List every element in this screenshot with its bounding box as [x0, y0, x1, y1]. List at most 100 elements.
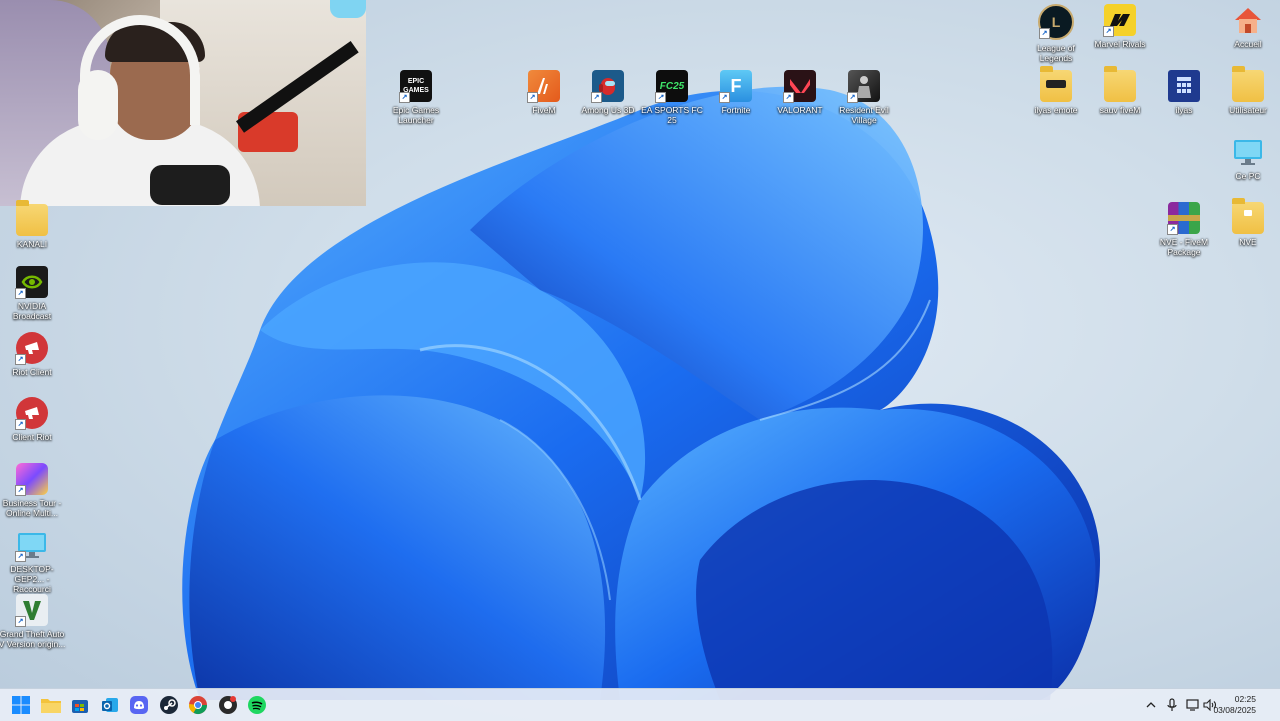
desktop-icon-label: Client Riot	[12, 432, 52, 442]
desktop-icon-ilyas[interactable]: ilyas	[1150, 70, 1218, 115]
pc-monitor-icon	[1234, 140, 1262, 165]
taskbar-clock[interactable]: 02:25 03/08/2025	[1213, 694, 1256, 716]
tray-microphone[interactable]	[1164, 697, 1180, 713]
shortcut-arrow-icon: ↗	[15, 551, 26, 562]
desktop-icon-gta-v[interactable]: ↗ Grand Theft Auto V Version origin...	[0, 594, 66, 649]
desktop-icon-utilisateur[interactable]: Utilisateur	[1214, 66, 1280, 115]
desktop-icon-label: Fortnite	[721, 105, 751, 115]
webcam-overlay	[0, 0, 366, 206]
desktop-icon-riot-client[interactable]: ↗ Riot Client	[0, 332, 66, 377]
shortcut-arrow-icon: ↗	[15, 485, 26, 496]
desktop-icon-desktop-shortcut[interactable]: ↗ DESKTOP-GEP2... - Raccourci	[0, 529, 66, 594]
desktop-icon-epic-games[interactable]: EPIC GAMES ↗ Epic Games Launcher	[382, 70, 450, 125]
microphone-icon	[1167, 698, 1177, 711]
desktop-icon-label: Utilisateur	[1229, 105, 1267, 115]
desktop-icon-label: Among Us 3D	[581, 105, 635, 115]
desktop-icon-ea-fc25[interactable]: FC25 ↗ EA SPORTS FC 25	[638, 70, 706, 125]
taskbar-file-explorer[interactable]	[40, 694, 62, 716]
taskbar-steam[interactable]	[158, 694, 180, 716]
monitor-icon	[1232, 136, 1264, 168]
desktop-icon-label: ilyas emote	[1034, 105, 1078, 115]
fortnite-logo-text: F	[730, 75, 742, 96]
valorant-icon: ↗	[783, 70, 816, 103]
marvel-rivals-icon: ↗	[1103, 4, 1136, 37]
archive-strap	[1168, 215, 1200, 221]
shortcut-arrow-icon: ↗	[719, 92, 730, 103]
document-icon	[1168, 70, 1200, 102]
desktop-icon-label: FiveM	[532, 105, 556, 115]
windows-logo-icon	[12, 696, 30, 714]
folder-icon	[1232, 198, 1264, 234]
shortcut-arrow-icon: ↗	[655, 92, 666, 103]
desktop-icon-client-riot[interactable]: ↗ Client Riot	[0, 397, 66, 442]
desktop-icon-business-tour[interactable]: ↗ Business Tour - Online Multi...	[0, 463, 66, 518]
desktop-icon-fortnite[interactable]: F ↗ Fortnite	[702, 70, 770, 115]
clock-time: 02:25	[1234, 694, 1256, 704]
epic-games-icon: EPIC GAMES ↗	[399, 70, 432, 103]
gta-icon: ↗	[15, 594, 48, 627]
desktop-icon-among-us[interactable]: ↗ Among Us 3D	[574, 70, 642, 115]
desktop-icon-nve[interactable]: NVE	[1214, 198, 1280, 247]
taskbar: 02:25 03/08/2025	[0, 688, 1280, 721]
monitor-network-icon	[1186, 699, 1199, 711]
taskbar-outlook[interactable]	[99, 694, 121, 716]
tray-display[interactable]	[1185, 697, 1201, 713]
shortcut-arrow-icon: ↗	[15, 616, 26, 627]
discord-icon	[130, 696, 148, 714]
file-explorer-icon	[41, 699, 61, 713]
shortcut-arrow-icon: ↗	[527, 92, 538, 103]
shortcut-arrow-icon: ↗	[591, 92, 602, 103]
desktop-icon-ilyas-emote[interactable]: ilyas emote	[1022, 66, 1090, 115]
desktop-icon-kanali[interactable]: KANALI	[0, 200, 66, 249]
taskbar-microsoft-store[interactable]	[69, 694, 91, 716]
outlook-icon	[102, 698, 118, 712]
desktop-icon-label: Business Tour - Online Multi...	[2, 498, 62, 518]
tray-overflow-chevron-icon[interactable]	[1143, 697, 1159, 713]
desktop-icon-valorant[interactable]: ↗ VALORANT	[766, 70, 834, 115]
desktop-icon-label: EA SPORTS FC 25	[641, 105, 703, 125]
webcam-microphone	[150, 165, 230, 205]
desktop-icon-nvidia-broadcast[interactable]: ↗ NVIDIA Broadcast	[0, 266, 66, 321]
desktop-icon-label: Riot Client	[12, 367, 52, 377]
fivem-icon: ↗	[527, 70, 560, 103]
folder-icon	[1232, 66, 1264, 102]
shortcut-arrow-icon: ↗	[1039, 28, 1050, 39]
archive-icon: ↗	[1167, 202, 1200, 235]
desktop-icon-sauv-fivem[interactable]: sauv fiveM	[1086, 66, 1154, 115]
fortnite-icon: F ↗	[719, 70, 752, 103]
desktop-icon-label: League of Legends	[1037, 43, 1075, 63]
desktop-icon-label: KANALI	[16, 239, 48, 249]
desktop-icon-nve-fivem-package[interactable]: ↗ NVE - FiveM Package	[1150, 202, 1218, 257]
desktop-icon-accueil[interactable]: Accueil	[1214, 4, 1280, 49]
webcam-headset-earcup	[78, 70, 118, 140]
desktop-icon-label: NVIDIA Broadcast	[12, 301, 52, 321]
desktop-icon-label: Epic Games Launcher	[392, 105, 440, 125]
desktop-icon-resident-evil[interactable]: ↗ Resident Evil Village	[830, 70, 898, 125]
shortcut-arrow-icon: ↗	[1103, 26, 1114, 37]
webcam-corner-decoration	[330, 0, 366, 18]
desktop-icon-label: VALORANT	[777, 105, 823, 115]
folder-preview	[1046, 80, 1066, 88]
desktop-icon-ce-pc[interactable]: Ce PC	[1214, 136, 1280, 181]
taskbar-discord[interactable]	[128, 694, 150, 716]
riot-icon: ↗	[15, 332, 48, 365]
desktop-icon-label: Grand Theft Auto V Version origin...	[0, 629, 66, 649]
chevron-up-icon	[1146, 702, 1156, 708]
desktop-icon-fivem[interactable]: ↗ FiveM	[510, 70, 578, 115]
taskbar-spotify[interactable]	[246, 694, 268, 716]
desktop-icon-label: NVE	[1239, 237, 1257, 247]
desktop-icon-label: ilyas	[1175, 105, 1193, 115]
desktop-icon-label: DESKTOP-GEP2... - Raccourci	[10, 564, 54, 594]
house-icon	[1235, 8, 1261, 33]
league-of-legends-icon: L ↗	[1038, 4, 1074, 40]
shortcut-arrow-icon: ↗	[15, 419, 26, 430]
taskbar-recording-app[interactable]	[217, 694, 239, 716]
shortcut-arrow-icon: ↗	[783, 92, 794, 103]
desktop-icon-marvel-rivals[interactable]: ↗ Marvel Rivals	[1086, 4, 1154, 49]
start-button[interactable]	[10, 694, 32, 716]
taskbar-chrome[interactable]	[187, 694, 209, 716]
desktop-icon-league-of-legends[interactable]: L ↗ League of Legends	[1022, 4, 1090, 63]
shortcut-arrow-icon: ↗	[15, 354, 26, 365]
riot-icon: ↗	[15, 397, 48, 430]
nvidia-icon: ↗	[15, 266, 48, 299]
